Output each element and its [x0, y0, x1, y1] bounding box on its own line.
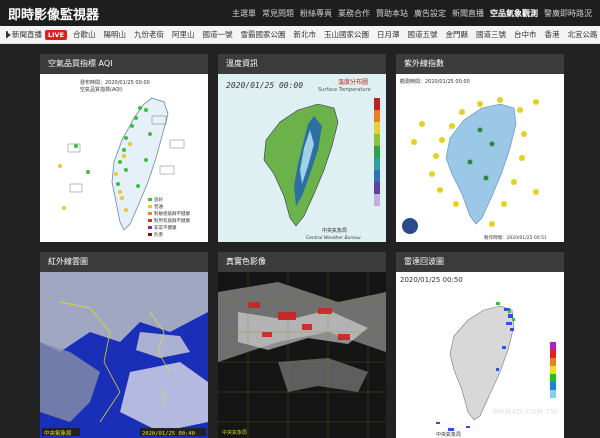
- camera-icon: [6, 31, 11, 38]
- watermark: MRMAD.COM.TW: [492, 408, 558, 416]
- card-title: 紅外線雲圖: [40, 252, 208, 272]
- sub-nav-item[interactable]: 合歡山: [73, 29, 96, 40]
- card-title: 真實色影像: [218, 252, 386, 272]
- true-color-agency: 中央氣象局: [222, 429, 247, 436]
- true-color-image[interactable]: 中央氣象局: [218, 272, 386, 438]
- card-title: 溫度資訊: [218, 54, 386, 74]
- aqi-caption2: 空氣品質指標(AQI): [80, 86, 123, 93]
- uv-map[interactable]: 觀測時間：2020/01/25 00:00 製作時間：2020/01/25 00…: [396, 74, 564, 242]
- radar-agency: 中央氣象局: [436, 431, 461, 438]
- sub-nav-item[interactable]: 國道三號: [476, 29, 506, 40]
- top-nav: 主選單 常見問題 粉絲專頁 業務合作 贊助本站 廣告設定 新聞直播 空品氣象觀測…: [232, 8, 598, 19]
- temperature-map[interactable]: 2020/01/25 00:00 溫度分布圖 Surface Temperatu…: [218, 74, 386, 242]
- nav-item-faq[interactable]: 常見問題: [262, 8, 294, 19]
- sub-nav-item[interactable]: 九份老街: [134, 29, 164, 40]
- temperature-agency: 中央氣象局: [322, 227, 347, 234]
- sub-nav-item[interactable]: 陽明山: [104, 29, 127, 40]
- legend-label: 非常不健康: [154, 224, 177, 231]
- top-bar: 即時影像監視器 主選單 常見問題 粉絲專頁 業務合作 贊助本站 廣告設定 新聞直…: [0, 0, 600, 26]
- radar-date: 2020/01/25 00:50: [400, 276, 463, 284]
- aqi-caption: 發布時間：2020/01/25 00:00: [80, 79, 150, 86]
- temperature-date: 2020/01/25 00:00: [226, 81, 303, 90]
- nav-item-sponsor[interactable]: 贊助本站: [376, 8, 408, 19]
- app-title[interactable]: 即時影像監視器: [0, 4, 232, 23]
- sub-nav-item[interactable]: 台中市: [514, 29, 537, 40]
- card-infrared[interactable]: 紅外線雲圖 中央氣象局 2020/01/25 00:40: [40, 252, 208, 438]
- uv-footer: 製作時間：2020/01/25 00:51: [484, 234, 547, 241]
- legend-label: 良好: [154, 196, 163, 203]
- card-title: 雷達回波圖: [396, 252, 564, 272]
- temperature-agency-en: Central Weather Bureau: [306, 235, 361, 241]
- sub-nav-item[interactable]: 香港: [545, 29, 560, 40]
- sub-nav-item[interactable]: 國道一號: [203, 29, 233, 40]
- card-uv[interactable]: 紫外線指數 觀測時間：2020/01/25 00:00 製作時間：2020/01…: [396, 54, 564, 242]
- sub-nav: 新聞直播 LIVE 合歡山 陽明山 九份老街 阿里山 國道一號 雪霸國家公園 新…: [0, 26, 600, 44]
- nav-item-traffic[interactable]: 警廣即時路況: [544, 8, 592, 19]
- card-radar[interactable]: 雷達回波圖 2020/01/25 00:50 中央氣象局 MRMAD.COM.T…: [396, 252, 564, 438]
- card-temperature[interactable]: 溫度資訊 2020/01/25 00:00 溫度分布圖 Surface Temp…: [218, 54, 386, 242]
- card-title: 紫外線指數: [396, 54, 564, 74]
- legend-label: 危害: [154, 231, 163, 238]
- sub-nav-item[interactable]: 北宜公路: [568, 29, 598, 40]
- nav-item-business[interactable]: 業務合作: [338, 8, 370, 19]
- card-title: 空氣品質指標 AQI: [40, 54, 208, 74]
- legend-label: 對所有族群不健康: [154, 217, 190, 224]
- sub-nav-item[interactable]: 日月潭: [377, 29, 400, 40]
- infrared-stamp: 2020/01/25 00:40: [142, 431, 195, 437]
- sub-nav-item[interactable]: 雪霸國家公園: [241, 29, 286, 40]
- temperature-map-title: 溫度分布圖: [338, 78, 368, 86]
- nav-item-news-live[interactable]: 新聞直播: [452, 8, 484, 19]
- sub-nav-item[interactable]: 玉山國家公園: [324, 29, 369, 40]
- legend-label: 普通: [154, 203, 163, 210]
- nav-item-main-menu[interactable]: 主選單: [232, 8, 256, 19]
- live-badge: LIVE: [45, 29, 68, 40]
- sub-nav-item[interactable]: 國道五號: [408, 29, 438, 40]
- infrared-agency: 中央氣象局: [44, 429, 72, 437]
- card-aqi[interactable]: 空氣品質指標 AQI 發布時間：2020/01/25 00:00 空氣品質指標(…: [40, 54, 208, 242]
- sub-nav-item[interactable]: 金門縣: [446, 29, 469, 40]
- card-true-color[interactable]: 真實色影像 中央氣象局: [218, 252, 386, 438]
- nav-item-fan-page[interactable]: 粉絲專頁: [300, 8, 332, 19]
- sub-nav-item[interactable]: 阿里山: [172, 29, 195, 40]
- temperature-map-subtitle: Surface Temperature: [318, 87, 371, 93]
- sub-nav-item[interactable]: 新北市: [294, 29, 317, 40]
- legend-label: 對敏感族群不健康: [154, 210, 190, 217]
- aqi-map[interactable]: 發布時間：2020/01/25 00:00 空氣品質指標(AQI) 良好 普通 …: [40, 74, 208, 242]
- sub-nav-news-live[interactable]: 新聞直播: [12, 29, 42, 40]
- infrared-image[interactable]: 中央氣象局 2020/01/25 00:40: [40, 272, 208, 438]
- uv-caption: 觀測時間：2020/01/25 00:00: [400, 78, 470, 85]
- nav-item-ad-settings[interactable]: 廣告設定: [414, 8, 446, 19]
- image-grid: 空氣品質指標 AQI 發布時間：2020/01/25 00:00 空氣品質指標(…: [0, 44, 600, 438]
- nav-item-air-weather[interactable]: 空品氣象觀測: [490, 8, 538, 19]
